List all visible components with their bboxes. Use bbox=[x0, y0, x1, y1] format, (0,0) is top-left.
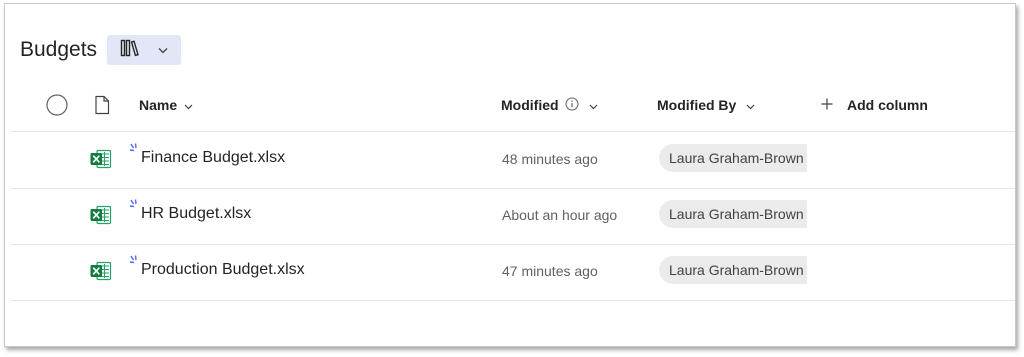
chevron-down-icon bbox=[158, 41, 168, 59]
select-all-checkbox[interactable] bbox=[45, 92, 69, 118]
view-switcher-button[interactable] bbox=[107, 35, 182, 65]
column-header-modified[interactable]: Modified bbox=[501, 92, 598, 118]
column-header-modified-by[interactable]: Modified By bbox=[657, 92, 755, 118]
modified-by-persona[interactable]: Laura Graham-Brown bbox=[659, 256, 807, 284]
excel-file-icon bbox=[90, 149, 112, 174]
info-icon[interactable] bbox=[565, 97, 579, 114]
library-title[interactable]: Budgets bbox=[20, 38, 97, 62]
chevron-down-icon bbox=[746, 97, 755, 113]
document-icon bbox=[95, 95, 110, 115]
file-row[interactable]: Finance Budget.xlsx 48 minutes ago Laura… bbox=[10, 132, 1015, 188]
new-item-indicator-icon bbox=[129, 142, 141, 160]
select-all-circle-icon bbox=[46, 94, 68, 116]
modified-time: 47 minutes ago bbox=[502, 263, 598, 279]
row-divider bbox=[10, 300, 1015, 301]
column-header-modified-by-label: Modified By bbox=[657, 97, 737, 113]
plus-icon bbox=[821, 97, 833, 113]
column-header-name[interactable]: Name bbox=[139, 92, 193, 118]
column-header-name-label: Name bbox=[139, 97, 178, 113]
file-name-link[interactable]: HR Budget.xlsx bbox=[141, 205, 251, 223]
file-row[interactable]: HR Budget.xlsx About an hour ago Laura G… bbox=[10, 188, 1015, 244]
file-row[interactable]: Production Budget.xlsx 47 minutes ago La… bbox=[10, 244, 1015, 300]
excel-file-icon bbox=[90, 261, 112, 286]
library-header: Budgets bbox=[20, 34, 182, 66]
file-type-column-header[interactable] bbox=[94, 92, 110, 118]
document-library: Budgets Name Modified Modified By Add co… bbox=[4, 3, 1016, 347]
add-column-label: Add column bbox=[847, 97, 928, 113]
new-item-indicator-icon bbox=[129, 254, 141, 272]
file-name-link[interactable]: Finance Budget.xlsx bbox=[141, 149, 285, 167]
modified-by-persona[interactable]: Laura Graham-Brown bbox=[659, 200, 807, 228]
modified-time: About an hour ago bbox=[502, 207, 618, 223]
chevron-down-icon bbox=[589, 97, 598, 113]
library-icon bbox=[120, 39, 140, 62]
file-name-link[interactable]: Production Budget.xlsx bbox=[141, 261, 305, 279]
column-header-modified-label: Modified bbox=[501, 97, 559, 113]
chevron-down-icon bbox=[184, 97, 193, 113]
new-item-indicator-icon bbox=[129, 198, 141, 216]
modified-by-persona[interactable]: Laura Graham-Brown bbox=[659, 144, 807, 172]
modified-time: 48 minutes ago bbox=[502, 151, 598, 167]
add-column-button[interactable]: Add column bbox=[821, 92, 928, 118]
excel-file-icon bbox=[90, 205, 112, 230]
